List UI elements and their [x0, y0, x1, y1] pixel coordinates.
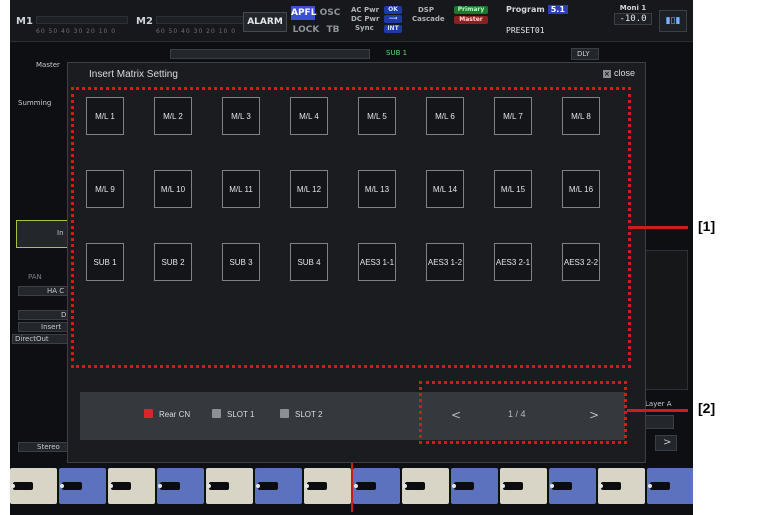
- fader-knob-3[interactable]: [108, 468, 155, 504]
- ac-pwr-indicator: OK: [384, 6, 402, 14]
- bg-sub-label: SUB 1: [386, 49, 408, 57]
- slot-2-toggle-icon: [280, 409, 289, 418]
- bg-d-label: D: [61, 311, 67, 319]
- lock-button[interactable]: LOCK: [291, 23, 321, 37]
- bg-dly-label: DLY: [577, 50, 590, 58]
- fader-knob-2[interactable]: [59, 468, 106, 504]
- m2-level-bar: [156, 16, 248, 24]
- callout-leader-2: [627, 409, 688, 412]
- m1-level-bar: [36, 16, 128, 24]
- bg-fader-track: [170, 49, 370, 59]
- dsp-label: DSP: [418, 6, 434, 14]
- fader-knob-8[interactable]: [353, 468, 400, 504]
- fader-knob-6[interactable]: [255, 468, 302, 504]
- source-slot-2-label: SLOT 2: [295, 410, 323, 419]
- source-slot-1-label: SLOT 1: [227, 410, 255, 419]
- program-number: 5.1: [547, 5, 568, 14]
- cascade-label: Cascade: [412, 15, 445, 23]
- moni-label: Moni 1: [619, 4, 647, 12]
- dialog-title: Insert Matrix Setting: [89, 69, 178, 80]
- dc-pwr-icon: ⟶: [384, 15, 402, 23]
- spectrum-icon[interactable]: ▮▯▮: [659, 10, 687, 32]
- bg-next-button[interactable]: >: [655, 435, 677, 451]
- fader-knob-10[interactable]: [451, 468, 498, 504]
- program-label: Program: [506, 5, 545, 14]
- bank-divider: [351, 462, 353, 512]
- apfl-button[interactable]: APFL: [291, 6, 316, 20]
- m2-label: M2: [136, 16, 153, 27]
- bg-ha-row[interactable]: HA C: [18, 286, 68, 296]
- source-slot-1[interactable]: SLOT 1: [212, 409, 254, 419]
- source-rear-cn[interactable]: Rear CN: [144, 409, 190, 419]
- m1-label: M1: [16, 16, 33, 27]
- osc-button[interactable]: OSC: [318, 6, 342, 20]
- source-rear-cn-label: Rear CN: [159, 410, 191, 419]
- bg-ha-label: HA C: [47, 287, 65, 295]
- rear-cn-toggle-icon: [144, 409, 153, 418]
- sync-indicator: INT: [384, 25, 402, 33]
- m2-scale: 60 50 40 30 20 10 0: [156, 28, 237, 35]
- status-bar: M1 60 50 40 30 20 10 0 M2 60 50 40 30 20…: [10, 0, 693, 42]
- bg-input-box[interactable]: In: [16, 220, 68, 248]
- bg-pan-label: PAN: [28, 273, 42, 281]
- fader-knob-14[interactable]: [647, 468, 693, 504]
- slot-1-toggle-icon: [212, 409, 221, 418]
- fader-knob-13[interactable]: [598, 468, 645, 504]
- fader-knob-4[interactable]: [157, 468, 204, 504]
- m1-scale: 60 50 40 30 20 10 0: [36, 28, 117, 35]
- bg-insert-row[interactable]: Insert: [18, 322, 68, 332]
- bg-in-label: In: [57, 229, 64, 237]
- callout-leader-1: [631, 226, 688, 229]
- bg-summing-label: Summing: [18, 99, 52, 107]
- fader-knob-5[interactable]: [206, 468, 253, 504]
- master-indicator: Master: [454, 16, 488, 24]
- callout-box-2: [419, 381, 627, 444]
- fader-knob-12[interactable]: [549, 468, 596, 504]
- bg-stereo-label: Stereo: [37, 443, 60, 451]
- primary-indicator: Primary: [454, 6, 488, 14]
- bg-next-icon: >: [663, 437, 672, 448]
- alarm-button[interactable]: ALARM: [243, 12, 287, 32]
- callout-box-1: [71, 87, 631, 368]
- moni-value: -10.0: [614, 13, 652, 25]
- callout-label-1: [1]: [698, 218, 716, 234]
- fader-knob-7[interactable]: [304, 468, 351, 504]
- bg-directout-label: DirectOut: [15, 335, 49, 343]
- bg-dly-button[interactable]: DLY: [571, 48, 599, 60]
- dc-pwr-label: DC Pwr: [351, 15, 380, 23]
- close-label: close: [613, 68, 635, 78]
- bg-stereo-row[interactable]: Stereo: [18, 442, 68, 452]
- ac-pwr-label: AC Pwr: [351, 6, 380, 14]
- callout-label-2: [2]: [698, 400, 716, 416]
- bg-insert-label: Insert: [41, 323, 62, 331]
- moni-display[interactable]: Moni 1 -10.0: [614, 4, 652, 25]
- program-display: Program 5.1: [506, 5, 568, 14]
- sync-label: Sync: [355, 24, 374, 32]
- close-button[interactable]: × close: [602, 68, 635, 78]
- bg-d-row[interactable]: D: [18, 310, 68, 320]
- fader-knob-9[interactable]: [402, 468, 449, 504]
- close-icon: ×: [602, 70, 611, 78]
- bg-directout-row[interactable]: DirectOut: [12, 334, 68, 344]
- bg-master-label: Master: [36, 61, 60, 69]
- fader-knob-11[interactable]: [500, 468, 547, 504]
- preset-name[interactable]: PRESET01: [506, 26, 545, 35]
- source-slot-2[interactable]: SLOT 2: [280, 409, 322, 419]
- tb-button[interactable]: TB: [323, 23, 343, 37]
- fader-knob-1[interactable]: [10, 468, 57, 504]
